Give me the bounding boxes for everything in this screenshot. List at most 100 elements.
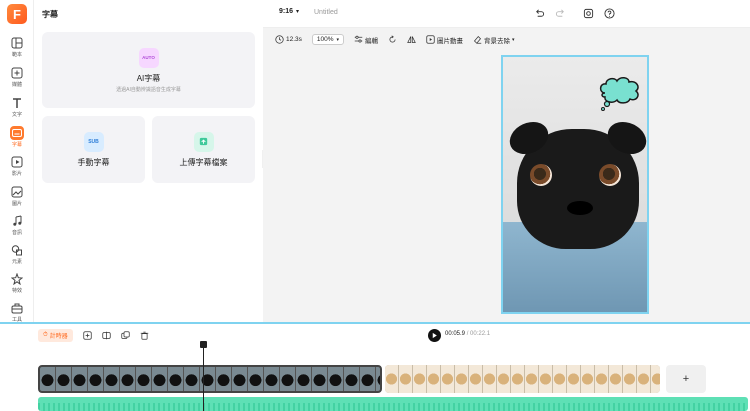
screenshot-icon[interactable] xyxy=(582,7,595,20)
rotate-button[interactable] xyxy=(388,35,397,44)
add-clip-button[interactable]: + xyxy=(666,365,706,393)
clip-frame xyxy=(232,367,248,391)
rail-item-label: 媒體 xyxy=(11,82,22,88)
clip-frame xyxy=(623,365,637,393)
upload-subtitles-card[interactable]: 上傳字幕檔案 xyxy=(152,116,255,183)
ai-subtitles-description: 透過AI自動辨識語音生成字幕 xyxy=(116,86,181,93)
clip-frame xyxy=(280,367,296,391)
sub-icon: SUB xyxy=(83,131,104,152)
rail-item-label: 音訊 xyxy=(11,230,22,236)
trash-icon[interactable] xyxy=(140,331,149,340)
clip-frame xyxy=(413,365,427,393)
current-time: 00:05.9 xyxy=(445,331,466,337)
split-icon[interactable] xyxy=(102,331,111,340)
rail-item-media[interactable]: 媒體 xyxy=(0,66,34,92)
animation-icon xyxy=(426,35,435,44)
zoom-dropdown[interactable]: 100% ▾ xyxy=(311,34,345,45)
ai-subtitles-card[interactable]: AUTO AI字幕 透過AI自動辨識語音生成字幕 xyxy=(42,32,255,108)
video-preview[interactable] xyxy=(501,55,649,314)
clip-frame xyxy=(328,367,344,391)
edit-button[interactable]: 編輯 xyxy=(354,35,378,45)
rail-item-label: 元素 xyxy=(11,259,22,265)
manual-subtitles-title: 手動字幕 xyxy=(77,157,110,167)
image-animation-button[interactable]: 圖片動畫 xyxy=(426,35,463,45)
app-logo[interactable]: F xyxy=(7,4,27,24)
clip-frame xyxy=(344,367,360,391)
clip-frame xyxy=(264,367,280,391)
rail-item-text[interactable]: 文字 xyxy=(0,96,34,122)
rotate-icon xyxy=(389,35,396,43)
clip-frame xyxy=(120,367,136,391)
chevron-down-icon: ▾ xyxy=(296,9,300,15)
add-icon[interactable] xyxy=(83,331,92,340)
rail-item-elements[interactable]: 元素 xyxy=(0,243,34,269)
text-icon xyxy=(10,96,24,110)
auto-icon: AUTO xyxy=(138,47,159,68)
audio-waveform xyxy=(38,403,748,411)
clip-frame xyxy=(567,365,581,393)
background-remove-button[interactable]: 背景去除 ▾ xyxy=(473,35,515,45)
playhead-handle[interactable] xyxy=(200,341,207,348)
duplicate-icon[interactable] xyxy=(121,331,130,340)
duration-button[interactable]: 12.3s xyxy=(275,35,302,44)
clip-frame xyxy=(637,365,651,393)
flip-button[interactable] xyxy=(407,35,416,44)
play-button[interactable] xyxy=(428,329,441,342)
clip-thumbnails xyxy=(40,367,380,391)
media-plus-icon xyxy=(10,66,24,80)
undo-icon[interactable] xyxy=(533,7,546,20)
clip-frame xyxy=(469,365,483,393)
rail-item-video[interactable]: 影片 xyxy=(0,155,34,181)
image-icon xyxy=(10,185,24,199)
image-animation-label: 圖片動畫 xyxy=(437,37,464,45)
document-title[interactable]: Untitled xyxy=(314,9,338,16)
clip-frame xyxy=(88,367,104,391)
rail-item-templates[interactable]: 範本 xyxy=(0,36,34,62)
top-bar: 9:16 ▾ Untitled xyxy=(263,0,750,28)
rail-item-label: 影片 xyxy=(11,171,22,177)
clip-frame xyxy=(427,365,441,393)
clip-frame xyxy=(72,367,88,391)
clip-frame xyxy=(248,367,264,391)
clip-frame xyxy=(511,365,525,393)
rail-item-label: 文字 xyxy=(11,112,22,118)
audio-track[interactable] xyxy=(38,397,748,411)
timer-label: 計時器 xyxy=(49,334,68,340)
clip-frame xyxy=(296,367,312,391)
toolbox-icon xyxy=(10,301,24,315)
time-separator: / xyxy=(466,331,469,337)
zoom-value: 100% xyxy=(316,36,334,43)
rail-item-label: 特效 xyxy=(11,288,22,294)
timer-button[interactable]: ⏱ 計時器 xyxy=(38,329,73,342)
thought-cloud-sticker[interactable] xyxy=(597,75,643,111)
clip-thumbnails xyxy=(385,365,660,393)
editor-toolbar: 12.3s 100% ▾ 編輯 圖片動畫 背景去除 ▾ xyxy=(275,31,515,48)
clip-frame xyxy=(483,365,497,393)
video-clip-second[interactable] xyxy=(385,365,660,393)
aspect-ratio-dropdown[interactable]: 9:16 ▾ xyxy=(279,8,299,15)
rail-item-subtitles[interactable]: 字幕 xyxy=(0,126,34,152)
help-icon[interactable] xyxy=(603,7,616,20)
playhead-line[interactable] xyxy=(203,341,204,411)
dog-eye-right xyxy=(599,164,621,186)
edit-label: 編輯 xyxy=(365,37,379,45)
total-time: 00:22.1 xyxy=(470,331,491,337)
manual-subtitles-card[interactable]: SUB 手動字幕 xyxy=(42,116,145,183)
clip-frame xyxy=(399,365,413,393)
clip-frame xyxy=(553,365,567,393)
rail-item-audio[interactable]: 音訊 xyxy=(0,214,34,240)
redo-icon[interactable] xyxy=(554,7,567,20)
clip-frame xyxy=(525,365,539,393)
timeline-tools: ⏱ 計時器 xyxy=(38,329,149,342)
elements-icon xyxy=(10,243,24,257)
aspect-ratio-value: 9:16 xyxy=(279,8,294,15)
rail-item-label: 範本 xyxy=(11,52,22,58)
upload-subtitles-title: 上傳字幕檔案 xyxy=(179,157,228,167)
clip-frame xyxy=(184,367,200,391)
rail-item-effects[interactable]: 特效 xyxy=(0,272,34,298)
clip-frame xyxy=(609,365,623,393)
video-icon xyxy=(10,155,24,169)
video-clip-pug[interactable] xyxy=(38,365,382,393)
dog-eye-left xyxy=(530,164,552,186)
rail-item-images[interactable]: 圖片 xyxy=(0,185,34,211)
